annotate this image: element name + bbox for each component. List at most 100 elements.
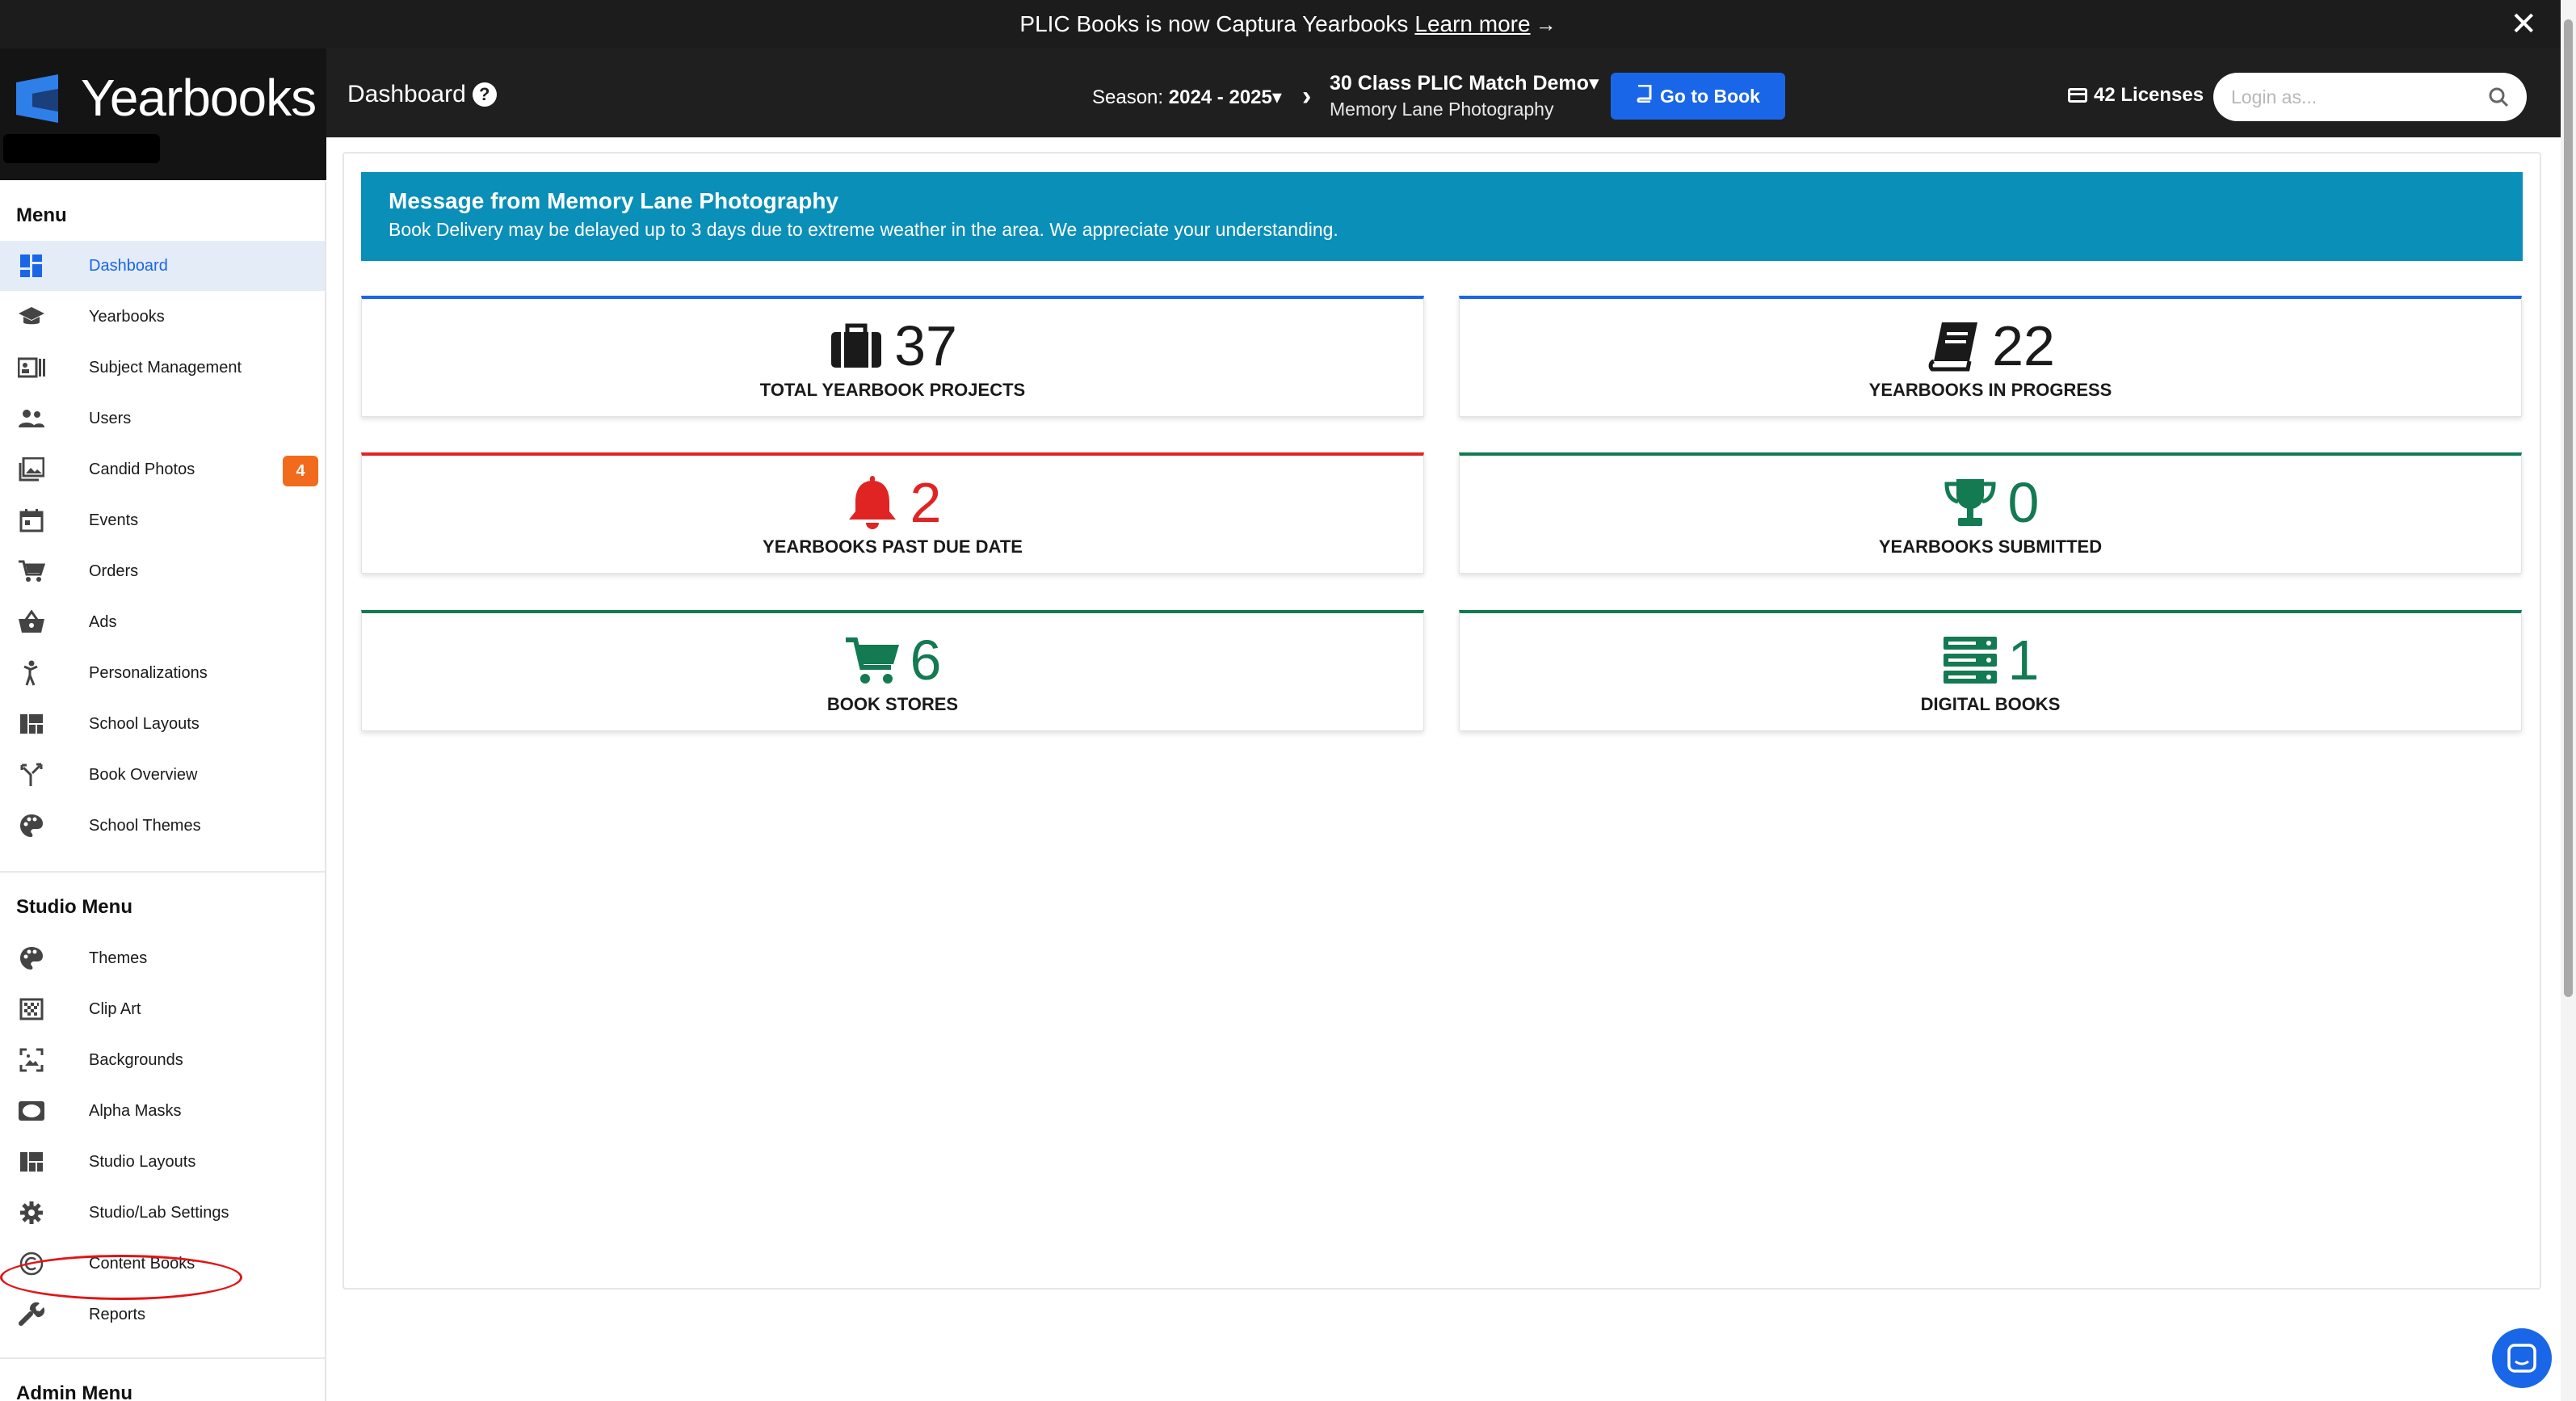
season-label: Season: (1092, 86, 1164, 108)
calendar-icon (18, 507, 45, 533)
bell-icon (848, 476, 896, 529)
close-icon[interactable]: ✕ (2510, 6, 2537, 42)
sidebar-item-dashboard[interactable]: Dashboard (0, 241, 325, 291)
help-icon[interactable]: ? (472, 82, 497, 107)
sidebar-item-label: Events (89, 511, 139, 529)
page-title-text: Dashboard (347, 81, 466, 107)
stat-book-stores[interactable]: 6 BOOK STORES (361, 610, 1424, 731)
wrench-icon (18, 1302, 45, 1327)
sidebar-item-personalizations[interactable]: Personalizations (0, 648, 325, 698)
sidebar-item-clip-art[interactable]: Clip Art (0, 984, 325, 1034)
stat-value: 37 (894, 314, 957, 377)
sidebar-item-ads[interactable]: Ads (0, 597, 325, 647)
stat-value: 2 (910, 471, 942, 534)
users-icon (18, 406, 45, 431)
sidebar-item-orders[interactable]: Orders (0, 546, 325, 596)
studio-name: Memory Lane Photography (1330, 99, 1554, 120)
learn-more-link[interactable]: Learn more (1414, 11, 1530, 37)
season-value: 2024 - 2025 (1168, 86, 1272, 108)
dashboard-icon (18, 253, 45, 279)
candid-photos-badge: 4 (283, 456, 318, 486)
licenses-label: 42 Licenses (2094, 84, 2204, 106)
stat-yearbooks-past-due[interactable]: 2 YEARBOOKS PAST DUE DATE (361, 452, 1424, 574)
sidebar-item-school-layouts[interactable]: School Layouts (0, 699, 325, 749)
menu-title: Menu (16, 204, 67, 226)
login-as-input[interactable] (2231, 82, 2473, 111)
chat-icon (2507, 1344, 2536, 1373)
cart-icon (845, 637, 899, 684)
sidebar-item-studio-layouts[interactable]: Studio Layouts (0, 1137, 325, 1187)
sidebar-item-label: Personalizations (89, 663, 208, 682)
sidebar-item-school-themes[interactable]: School Themes (0, 801, 325, 851)
top-header: Dashboard ? Season: 2024 - 2025▾ › 30 Cl… (0, 48, 2576, 137)
layout-icon (18, 1149, 45, 1175)
stat-label: DIGITAL BOOKS (1920, 694, 2061, 714)
cart-icon (18, 558, 45, 584)
credit-card-icon (2068, 88, 2087, 103)
stat-label: YEARBOOKS PAST DUE DATE (763, 536, 1023, 557)
season-selector[interactable]: Season: 2024 - 2025▾ (1092, 86, 1282, 109)
stat-value: 22 (1992, 314, 2055, 377)
sidebar-item-yearbooks[interactable]: Yearbooks (0, 292, 325, 342)
sidebar-item-alpha-masks[interactable]: Alpha Masks (0, 1086, 325, 1136)
announcement-bar: PLIC Books is now Captura Yearbooks Lear… (0, 0, 2576, 48)
page-scrollbar-thumb[interactable] (2564, 19, 2573, 997)
licenses-count[interactable]: 42 Licenses (2068, 84, 2204, 107)
person-icon (18, 660, 45, 686)
sidebar-item-label: Alpha Masks (89, 1101, 182, 1120)
search-icon[interactable] (2488, 86, 2509, 107)
sidebar-item-label: Backgrounds (89, 1050, 183, 1069)
stat-value: 6 (910, 629, 942, 692)
sidebar-item-label: Dashboard (89, 256, 168, 275)
brand-block: Yearbooks (0, 48, 326, 180)
graduation-cap-icon (18, 304, 45, 330)
server-icon (1943, 637, 1997, 684)
book-name: 30 Class PLIC Match Demo (1330, 72, 1589, 95)
go-to-book-label: Go to Book (1660, 85, 1760, 107)
sidebar-divider (0, 871, 325, 873)
stat-value: 0 (2007, 471, 2040, 534)
layout-icon (18, 711, 45, 737)
trophy-icon (1944, 479, 1996, 526)
stat-yearbooks-in-progress[interactable]: 22 YEARBOOKS IN PROGRESS (1459, 296, 2522, 417)
stat-label: YEARBOOKS IN PROGRESS (1868, 380, 2112, 400)
sidebar-item-label: Studio/Lab Settings (89, 1203, 229, 1222)
page-title: Dashboard ? (347, 81, 497, 108)
stat-value: 1 (2007, 629, 2040, 692)
sidebar-item-subject-management[interactable]: Subject Management (0, 343, 325, 393)
sidebar-divider (0, 1357, 325, 1359)
brand-name[interactable]: Yearbooks (81, 68, 317, 128)
sidebar-item-events[interactable]: Events (0, 495, 325, 545)
basket-icon (18, 609, 45, 635)
sidebar-item-label: Subject Management (89, 358, 242, 377)
go-to-book-button[interactable]: Go to Book (1611, 73, 1785, 120)
stat-label: YEARBOOKS SUBMITTED (1878, 536, 2103, 557)
sidebar-item-label: Reports (89, 1305, 146, 1323)
chevron-down-icon: ▾ (1271, 86, 1282, 108)
sidebar-item-candid-photos[interactable]: Candid Photos 4 (0, 444, 325, 494)
id-card-icon (18, 355, 45, 381)
sidebar-item-label: Candid Photos (89, 460, 195, 478)
highlight-ellipse (0, 1255, 242, 1300)
background-icon (18, 1047, 45, 1073)
sidebar-item-themes[interactable]: Themes (0, 933, 325, 983)
split-arrow-icon (18, 762, 45, 788)
sidebar-item-studio-lab-settings[interactable]: Studio/Lab Settings (0, 1188, 325, 1238)
clip-art-icon (18, 996, 45, 1022)
sidebar-item-label: Book Overview (89, 765, 198, 784)
sidebar: Menu Dashboard Yearbooks Subject Managem… (0, 182, 326, 1401)
stat-yearbooks-submitted[interactable]: 0 YEARBOOKS SUBMITTED (1459, 452, 2522, 574)
sidebar-item-book-overview[interactable]: Book Overview (0, 750, 325, 800)
sidebar-item-backgrounds[interactable]: Backgrounds (0, 1035, 325, 1085)
book-selector[interactable]: 30 Class PLIC Match Demo▾ Memory Lane Ph… (1330, 71, 1599, 120)
chat-launcher[interactable] (2492, 1328, 2552, 1388)
stat-total-yearbook-projects[interactable]: 37 TOTAL YEARBOOK PROJECTS (361, 296, 1424, 417)
gear-icon (18, 1200, 45, 1226)
login-as-box (2213, 73, 2527, 121)
sidebar-item-label: Yearbooks (89, 307, 165, 326)
arrow-right-icon: → (1535, 11, 1557, 36)
sidebar-item-users[interactable]: Users (0, 393, 325, 444)
stat-digital-books[interactable]: 1 DIGITAL BOOKS (1459, 610, 2522, 731)
stat-label: BOOK STORES (826, 694, 959, 714)
book-icon (1928, 322, 1978, 372)
